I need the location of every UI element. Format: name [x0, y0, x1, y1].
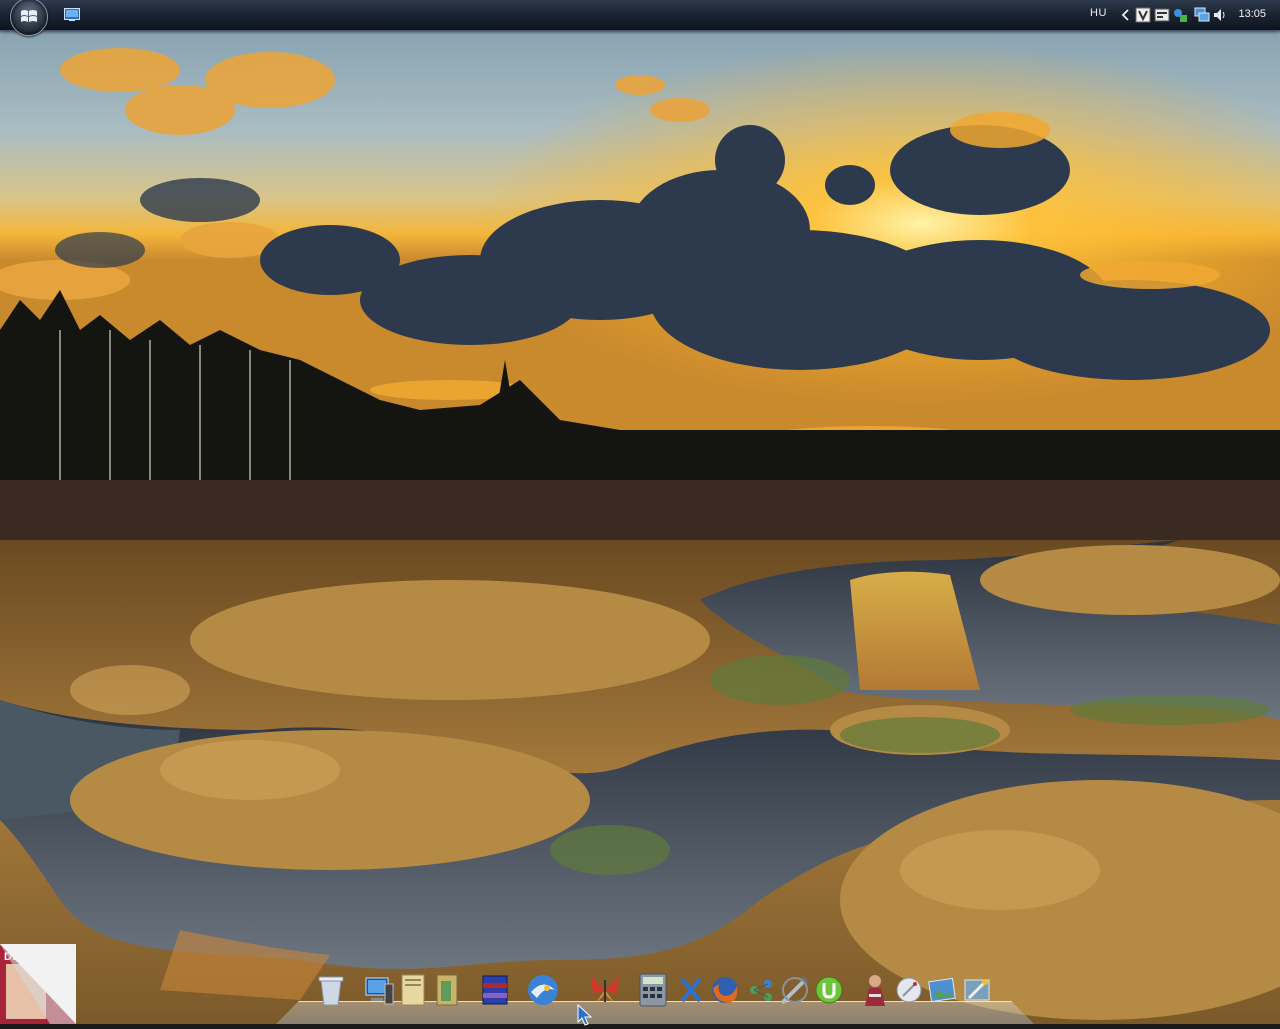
- page-curl-widget[interactable]: DES: [0, 944, 78, 1024]
- xfire-icon[interactable]: [672, 970, 710, 1010]
- speaker-icon[interactable]: [1212, 7, 1228, 23]
- windows-logo-icon: [21, 10, 37, 22]
- monitor-network-icon[interactable]: [1194, 7, 1210, 23]
- satellite-dish-icon[interactable]: [890, 970, 928, 1010]
- documents-folder-icon[interactable]: [394, 970, 432, 1010]
- show-desktop-icon[interactable]: [64, 8, 80, 21]
- thunderbird-mail-icon[interactable]: [524, 970, 562, 1010]
- sword-game-icon[interactable]: [776, 970, 814, 1010]
- calculator-icon[interactable]: [634, 970, 672, 1010]
- library-door-icon[interactable]: [428, 970, 466, 1010]
- network-status-icon[interactable]: [1172, 7, 1188, 23]
- dock: [270, 962, 1040, 1024]
- keyboard-icon[interactable]: [1154, 7, 1170, 23]
- game-character-icon[interactable]: [856, 970, 894, 1010]
- computer-icon[interactable]: [360, 970, 398, 1010]
- winrar-archive-icon[interactable]: [476, 970, 514, 1010]
- language-indicator[interactable]: HU: [1090, 7, 1107, 19]
- network-tool-icon[interactable]: [742, 970, 780, 1010]
- picture-viewer-icon[interactable]: [924, 970, 962, 1010]
- start-button[interactable]: [9, 0, 49, 36]
- recycle-bin-icon[interactable]: [312, 970, 350, 1010]
- desktop-wallpaper: [0, 0, 1280, 1024]
- shield-icon[interactable]: [1135, 7, 1151, 23]
- clock[interactable]: 13:05: [1238, 8, 1266, 20]
- utorrent-icon[interactable]: [810, 970, 848, 1010]
- taskbar: HU 13:05: [0, 0, 1280, 36]
- system-tray: HU 13:05: [1080, 0, 1280, 30]
- chevron-left-icon[interactable]: [1118, 7, 1134, 23]
- settings-tools-icon[interactable]: [958, 970, 996, 1010]
- firefox-icon[interactable]: [706, 970, 744, 1010]
- mouse-cursor-icon: [577, 1004, 593, 1026]
